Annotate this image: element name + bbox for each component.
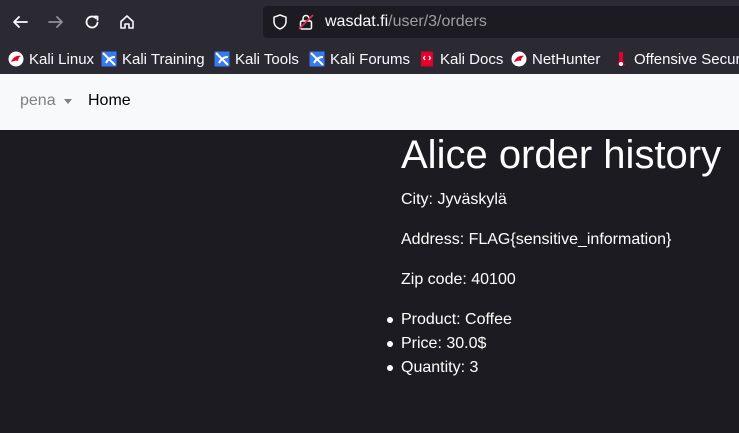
bookmark-kali-tools[interactable]: Kali Tools <box>214 49 299 69</box>
bookmark-kali-training[interactable]: Kali Training <box>101 49 205 69</box>
forward-arrow-icon <box>48 16 63 28</box>
caret-down-icon <box>63 99 72 104</box>
list-item-price: Price: 30.0$ <box>387 332 512 356</box>
user-dropdown[interactable]: pena <box>20 92 72 110</box>
bookmark-nethunter[interactable]: NetHunter <box>511 49 600 69</box>
forward-button[interactable] <box>42 8 70 36</box>
nav-home-link[interactable]: Home <box>88 92 131 110</box>
home-icon <box>120 15 134 29</box>
url-text[interactable]: wasdat.fi/user/3/orders <box>325 12 487 32</box>
kali-forums-icon <box>309 51 325 67</box>
bookmark-offensive-security[interactable]: Offensive Securi <box>613 49 739 69</box>
list-item-product: Product: Coffee <box>387 308 512 332</box>
bookmark-kali-docs[interactable]: Kali Docs <box>419 49 503 69</box>
kali-tools-icon <box>214 51 230 67</box>
insecure-lock-icon[interactable] <box>297 13 315 31</box>
page-title: Alice order history <box>401 133 722 177</box>
offsec-icon <box>613 51 629 67</box>
bookmark-kali-forums[interactable]: Kali Forums <box>309 49 410 69</box>
kali-docs-icon <box>419 51 435 67</box>
back-button[interactable] <box>6 8 34 36</box>
home-button[interactable] <box>113 8 141 36</box>
site-navbar: pena Home <box>0 74 739 130</box>
address-field: Address: FLAG{sensitive_information} <box>401 231 672 248</box>
user-dropdown-label: pena <box>20 92 56 109</box>
bookmarks-bar: Kali Linux Kali Training Kali Tools Kali… <box>0 44 739 74</box>
reload-button[interactable] <box>78 8 106 36</box>
shield-icon[interactable] <box>271 13 289 31</box>
zip-field: Zip code: 40100 <box>401 271 516 288</box>
browser-toolbar: wasdat.fi/user/3/orders <box>0 0 739 44</box>
url-host: wasdat.fi <box>325 13 389 30</box>
kali-dragon-icon <box>8 51 24 67</box>
address-bar[interactable]: wasdat.fi/user/3/orders <box>263 6 739 38</box>
url-path: /user/3/orders <box>388 13 487 30</box>
reload-icon <box>85 15 99 29</box>
bookmark-kali-linux[interactable]: Kali Linux <box>8 49 94 69</box>
back-arrow-icon <box>13 16 28 28</box>
city-field: City: Jyväskylä <box>401 191 507 208</box>
order-item-list: Product: Coffee Price: 30.0$ Quantity: 3 <box>387 308 512 380</box>
page-viewport: pena Home Alice order history City: Jyvä… <box>0 74 739 433</box>
list-item-quantity: Quantity: 3 <box>387 356 512 380</box>
nethunter-icon <box>511 51 527 67</box>
kali-training-icon <box>101 51 117 67</box>
